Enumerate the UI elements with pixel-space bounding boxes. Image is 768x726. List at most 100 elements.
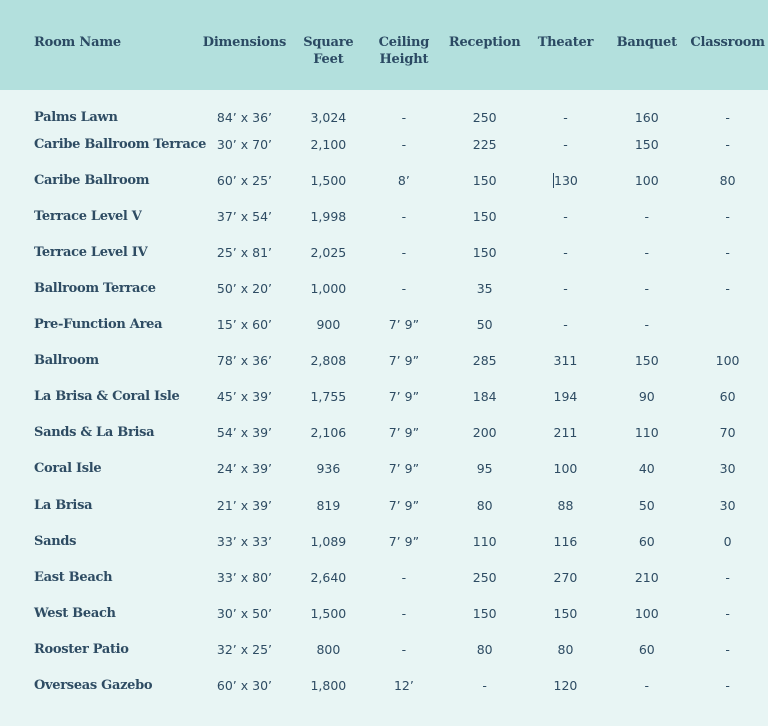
cell-value: 110 xyxy=(634,425,659,441)
table-row: La Brisa 21’ x 39’ 819 7’ 9” 80 88 50 30 xyxy=(0,487,768,523)
header-label: Dimensions xyxy=(202,35,287,50)
cell-reception: 250 xyxy=(445,559,525,595)
header-square-feet[interactable]: Square Feet xyxy=(294,0,363,90)
header-label: Height xyxy=(379,52,429,67)
header-dimensions[interactable]: Dimensions xyxy=(195,0,294,90)
cell-value: Sands & La Brisa xyxy=(34,425,155,441)
cell-banquet: 210 xyxy=(606,559,687,595)
cell-value: 250 xyxy=(472,569,497,585)
cell-dimensions: 50’ x 20’ xyxy=(195,270,294,306)
cell-value: 2,106 xyxy=(310,425,347,441)
cell-ceiling-height: - xyxy=(363,595,445,631)
cell-classroom: 30 xyxy=(687,487,768,523)
cell-square-feet: 2,808 xyxy=(294,343,363,379)
cell-square-feet: 1,000 xyxy=(294,270,363,306)
cell-square-feet: 1,089 xyxy=(294,523,363,559)
cell-banquet: 160 xyxy=(606,90,687,126)
cell-value: Terrace Level IV xyxy=(34,244,148,260)
cell-classroom: - xyxy=(687,126,768,162)
cell-ceiling-height: - xyxy=(363,270,445,306)
cell-classroom: - xyxy=(687,559,768,595)
cell-value: 150 xyxy=(472,208,497,224)
cell-ceiling-height: 7’ 9” xyxy=(363,307,445,343)
cell-value: - xyxy=(401,136,407,152)
cell-value: Sands xyxy=(34,533,77,549)
cell-ceiling-height: 7’ 9” xyxy=(363,415,445,451)
cell-value: 150 xyxy=(634,353,659,369)
cell-room-name: Coral Isle xyxy=(0,451,195,487)
table-row: Caribe Ballroom 60’ x 25’ 1,500 8’ 150 130 100… xyxy=(0,162,768,198)
cell-value: 60 xyxy=(719,389,736,405)
cell-value: 30 xyxy=(719,461,736,477)
cell-value: 95 xyxy=(476,461,493,477)
cell-value: 30 xyxy=(719,497,736,513)
cell-reception: 200 xyxy=(445,415,525,451)
cell-banquet: 150 xyxy=(606,343,687,379)
header-reception[interactable]: Reception xyxy=(445,0,525,90)
cell-banquet: 40 xyxy=(606,451,687,487)
header-room-name[interactable]: Room Name xyxy=(0,0,195,90)
cell-square-feet: 1,500 xyxy=(294,595,363,631)
room-capacity-table-container: Room Name Dimensions Square Feet Ceiling Heig… xyxy=(0,0,768,726)
cell-value: 33’ x 80’ xyxy=(216,569,272,585)
cell-value: - xyxy=(725,208,730,224)
cell-room-name: Rooster Patio xyxy=(0,631,195,667)
cell-value: Palms Lawn xyxy=(34,109,118,125)
cell-square-feet: 3,024 xyxy=(294,90,363,126)
table-row: East Beach 33’ x 80’ 2,640 - 250 270 210 - xyxy=(0,559,768,595)
cell-value: - xyxy=(563,317,568,333)
header-label: Ceiling xyxy=(378,35,430,50)
table-row: Coral Isle 24’ x 39’ 936 7’ 9” 95 100 40 30 xyxy=(0,451,768,487)
cell-value: - xyxy=(725,281,730,297)
cell-room-name: East Beach xyxy=(0,559,195,595)
cell-value: - xyxy=(563,109,568,125)
cell-banquet: 110 xyxy=(606,415,687,451)
cell-value: - xyxy=(644,678,650,694)
cell-value: 1,500 xyxy=(310,605,347,621)
cell-value: 33’ x 33’ xyxy=(216,533,272,549)
cell-ceiling-height: - xyxy=(363,559,445,595)
cell-theater: 194 xyxy=(525,379,607,415)
cell-value: - xyxy=(644,208,650,224)
cell-classroom: 30 xyxy=(687,451,768,487)
cell-square-feet: 2,640 xyxy=(294,559,363,595)
cell-room-name: Terrace Level V xyxy=(0,198,195,234)
cell-classroom: 60 xyxy=(687,379,768,415)
cell-value: 7’ 9” xyxy=(388,317,420,333)
cell-value: 210 xyxy=(634,569,659,585)
cell-value: 285 xyxy=(472,353,497,369)
cell-value: La Brisa xyxy=(34,497,93,513)
cell-dimensions: 37’ x 54’ xyxy=(195,198,294,234)
cell-value: 1,000 xyxy=(310,281,347,297)
cell-ceiling-height: - xyxy=(363,234,445,270)
cell-value: 80 xyxy=(719,172,736,188)
header-banquet[interactable]: Banquet xyxy=(606,0,687,90)
header-classroom[interactable]: Classroom xyxy=(687,0,768,90)
header-ceiling-height[interactable]: Ceiling Height xyxy=(363,0,445,90)
header-label: Classroom xyxy=(690,35,765,50)
cell-value: 225 xyxy=(472,136,497,152)
cell-room-name: Caribe Ballroom Terrace xyxy=(0,126,206,162)
cell-value: - xyxy=(563,208,568,224)
cell-value: - xyxy=(401,109,407,125)
cell-value: 24’ x 39’ xyxy=(216,461,272,477)
cell-reception: 50 xyxy=(445,307,525,343)
cell-value: - xyxy=(644,317,650,333)
cell-value: 7’ 9” xyxy=(388,461,420,477)
cell-value: 90 xyxy=(638,389,655,405)
cell-value: 70 xyxy=(719,425,736,441)
cell-value: 1,500 xyxy=(310,172,347,188)
cell-value: 150 xyxy=(553,605,578,621)
cell-dimensions: 25’ x 81’ xyxy=(195,234,294,270)
header-theater[interactable]: Theater xyxy=(525,0,607,90)
cell-value: - xyxy=(401,281,407,297)
table-row: Sands & La Brisa 54’ x 39’ 2,106 7’ 9” 200 21… xyxy=(0,415,768,451)
cell-value: - xyxy=(401,244,407,260)
cell-value: 1,998 xyxy=(310,208,347,224)
cell-value: 88 xyxy=(557,497,574,513)
cell-ceiling-height: 8’ xyxy=(363,162,445,198)
cell-value: Caribe Ballroom Terrace xyxy=(34,136,207,152)
cell-dimensions: 60’ x 25’ xyxy=(195,162,294,198)
cell-value: 116 xyxy=(553,533,578,549)
cell-value: - xyxy=(563,244,568,260)
